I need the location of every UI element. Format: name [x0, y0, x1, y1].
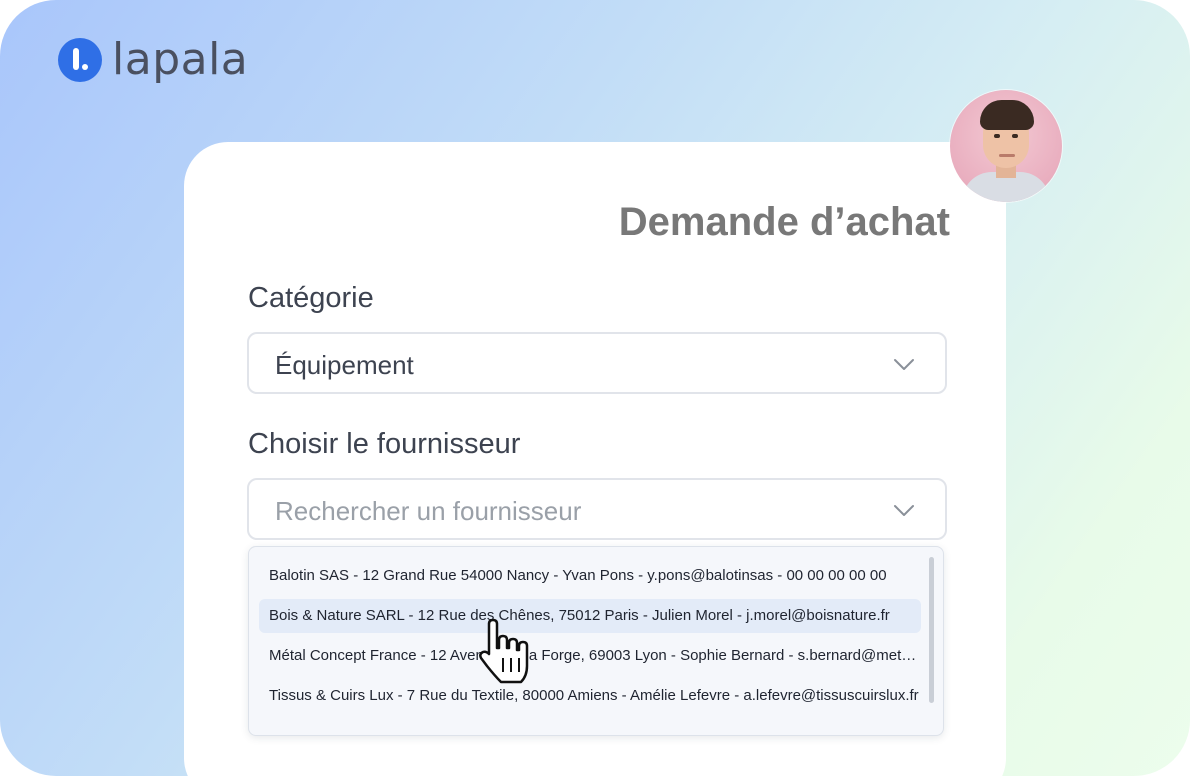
- chevron-down-icon: [894, 505, 914, 516]
- user-avatar[interactable]: [950, 90, 1062, 202]
- supplier-dropdown-list: Balotin SAS - 12 Grand Rue 54000 Nancy -…: [248, 546, 944, 736]
- supplier-label: Choisir le fournisseur: [248, 428, 521, 460]
- purchase-request-card: Demande d’achat Catégorie Équipement Cho…: [184, 142, 1006, 776]
- lapala-logo-icon: [58, 38, 102, 82]
- supplier-option[interactable]: Balotin SAS - 12 Grand Rue 54000 Nancy -…: [259, 559, 921, 593]
- category-select[interactable]: Équipement: [247, 332, 947, 394]
- supplier-option-highlighted[interactable]: Bois & Nature SARL - 12 Rue des Chênes, …: [259, 599, 921, 633]
- supplier-placeholder: Rechercher un fournisseur: [275, 496, 582, 526]
- dropdown-scrollbar[interactable]: [929, 557, 934, 703]
- background-frame: lapala Demande d’achat Catégorie Équipem…: [0, 0, 1190, 776]
- category-value: Équipement: [275, 350, 414, 380]
- logo: lapala: [58, 38, 248, 82]
- supplier-option[interactable]: Métal Concept France - 12 Avenue de la F…: [259, 639, 921, 673]
- page-title: Demande d’achat: [618, 200, 950, 244]
- supplier-option[interactable]: Tissus & Cuirs Lux - 7 Rue du Textile, 8…: [259, 679, 921, 713]
- chevron-down-icon: [894, 359, 914, 370]
- hand-pointer-icon: [479, 618, 529, 684]
- logo-text: lapala: [112, 34, 249, 85]
- category-label: Catégorie: [248, 282, 374, 314]
- supplier-search-input[interactable]: Rechercher un fournisseur: [247, 478, 947, 540]
